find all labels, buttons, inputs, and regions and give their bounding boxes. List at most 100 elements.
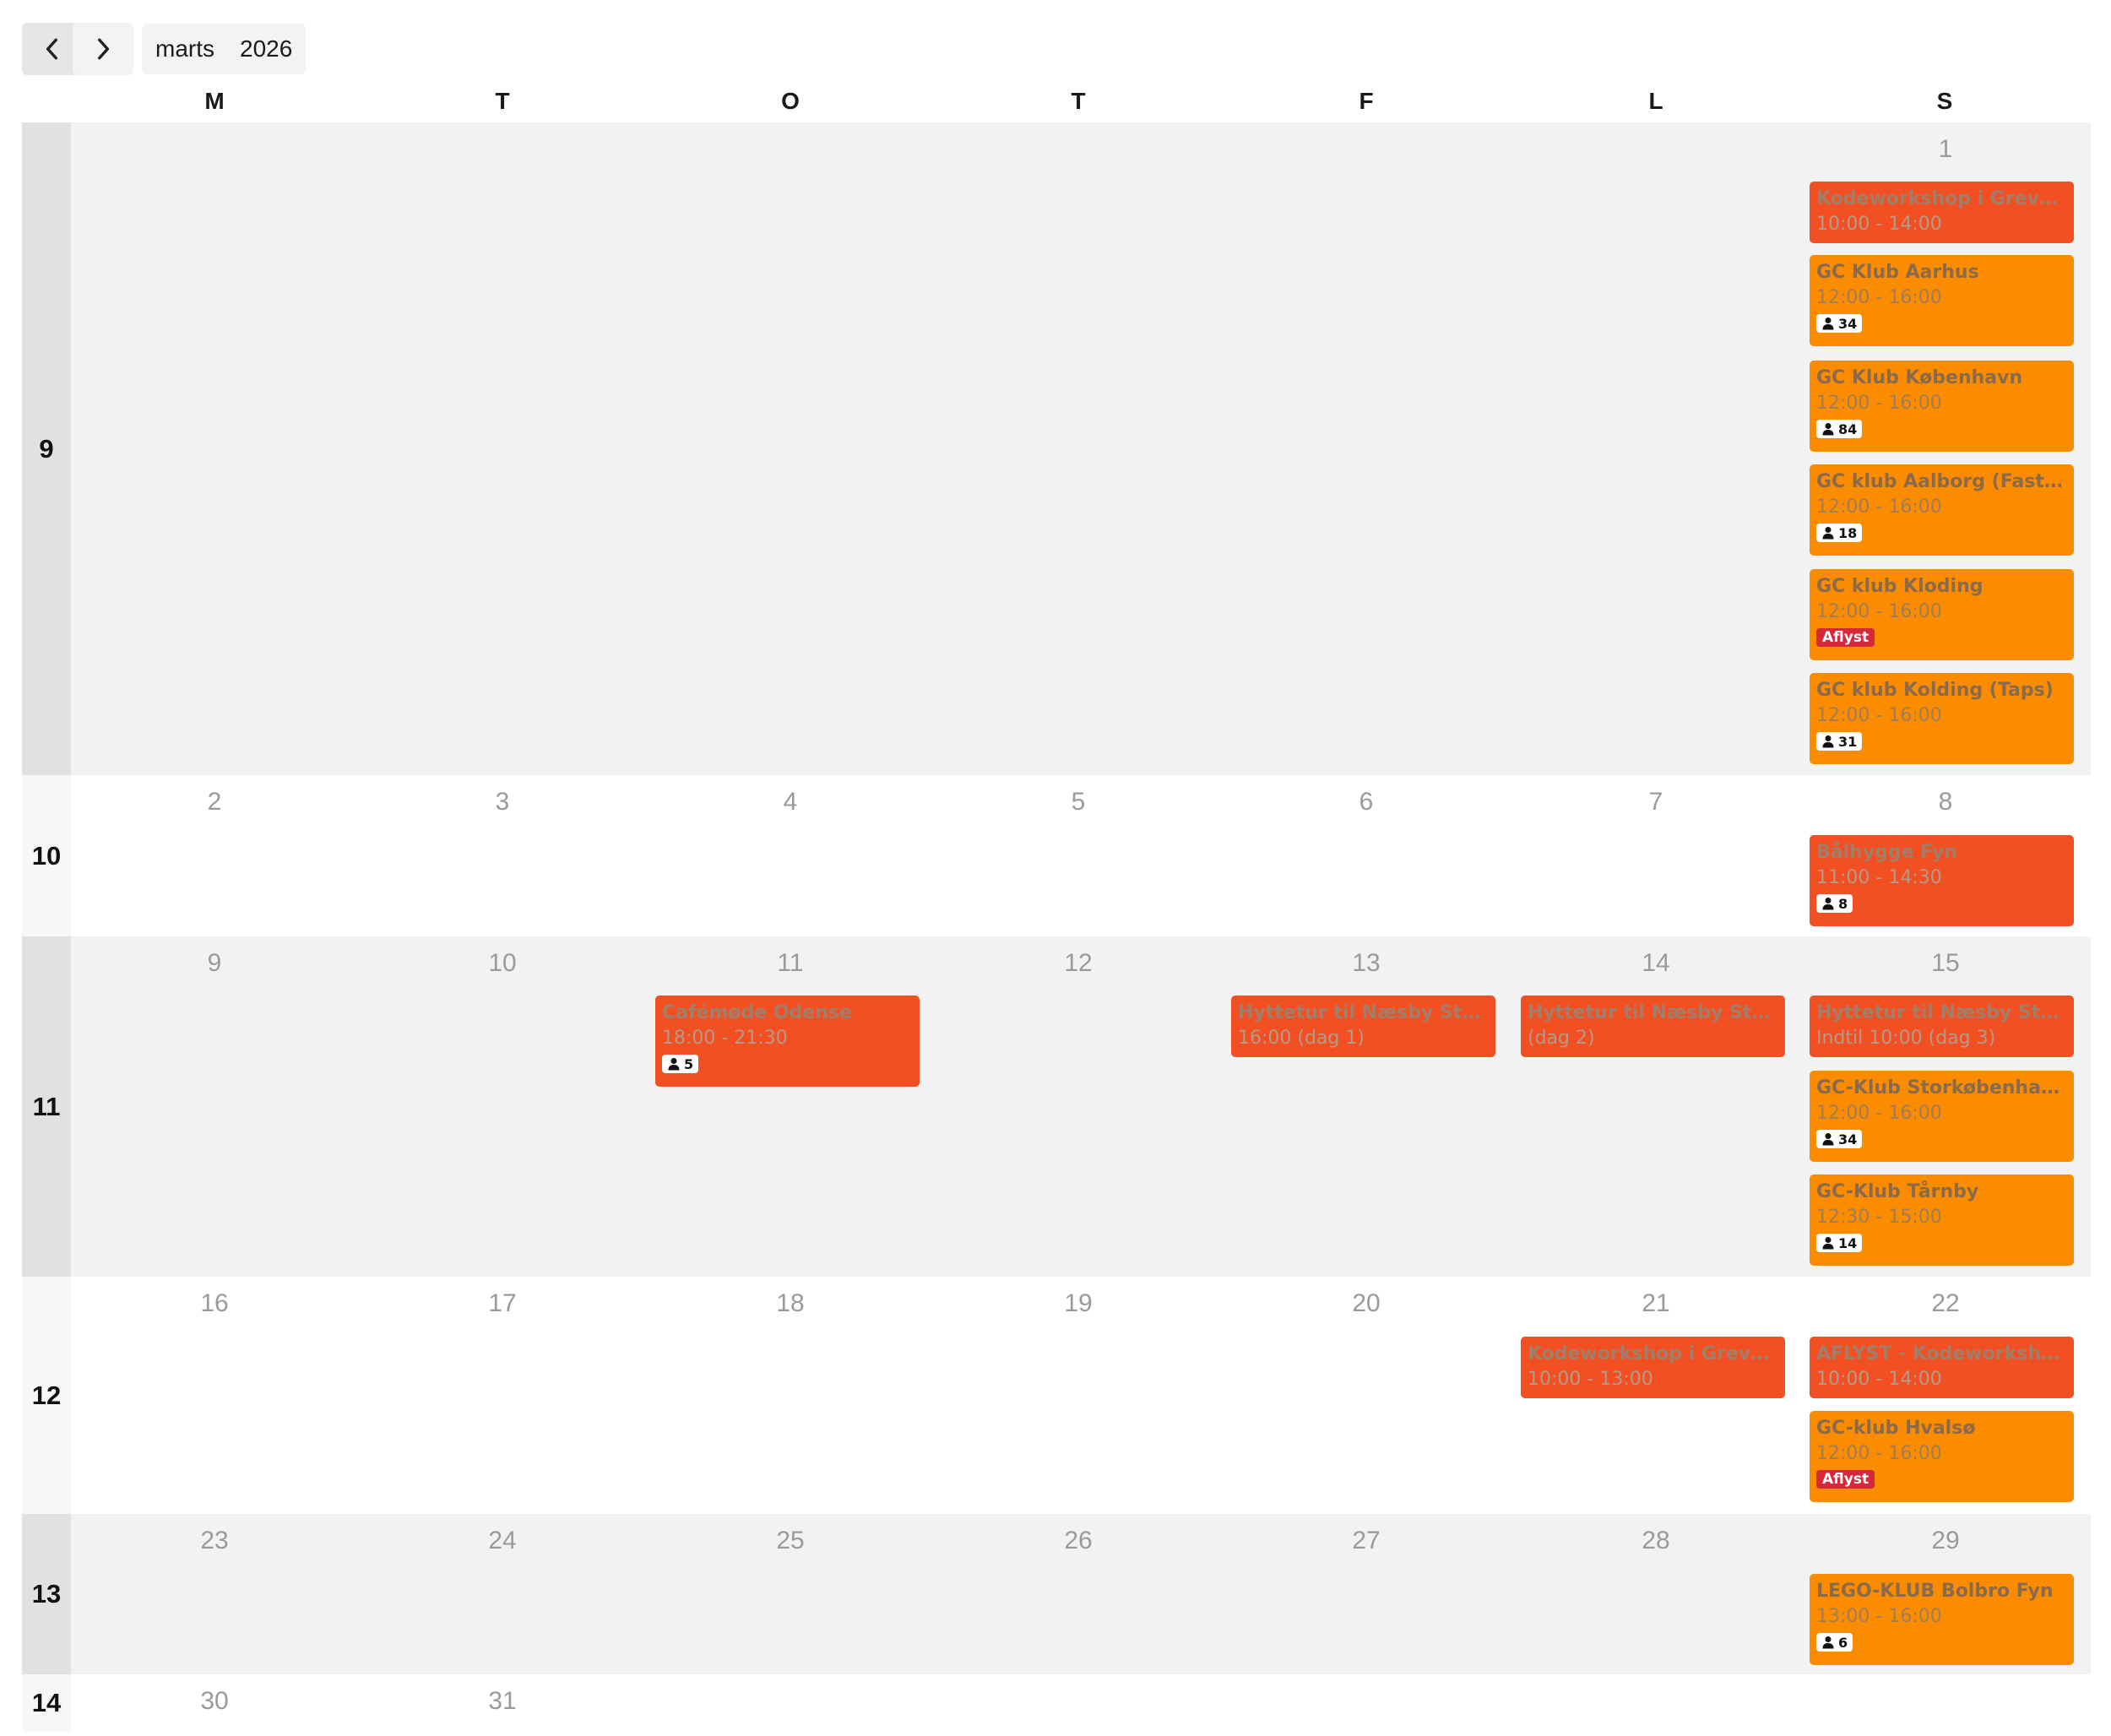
event-card[interactable]: GC klub Aalborg (Fastel... 12:00 - 16:00 1… bbox=[1810, 464, 2074, 556]
week-row: 13 23 24 25 26 27 28 29 bbox=[22, 1514, 2091, 1674]
week-number: 10 bbox=[22, 775, 71, 936]
event-card[interactable]: GC-klub Hvalsø 12:00 - 16:00 Aflyst bbox=[1810, 1411, 2074, 1502]
day-number[interactable]: 30 bbox=[172, 1687, 257, 1716]
event-card[interactable]: GC klub Kolding (Taps) 12:00 - 16:00 31 bbox=[1810, 673, 2074, 764]
weekday-tuesday: T bbox=[495, 88, 510, 114]
event-time: 12:00 - 16:00 bbox=[1816, 496, 1942, 518]
day-number[interactable]: 25 bbox=[748, 1527, 833, 1555]
day-number[interactable]: 8 bbox=[1903, 788, 1988, 816]
event-time: 12:30 - 15:00 bbox=[1816, 1207, 1942, 1228]
weekday-monday: M bbox=[204, 88, 225, 114]
day-number[interactable]: 21 bbox=[1614, 1289, 1698, 1318]
event-card[interactable]: AFLYST - Kodeworksho... 10:00 - 14:00 bbox=[1810, 1337, 2074, 1398]
day-number[interactable]: 4 bbox=[748, 788, 833, 816]
day-number[interactable]: 15 bbox=[1903, 949, 1988, 978]
event-title: GC-Klub Storkøbenhav... bbox=[1816, 1077, 2067, 1099]
day-number[interactable]: 2 bbox=[172, 788, 257, 816]
day-number[interactable]: 24 bbox=[460, 1527, 545, 1555]
day-number[interactable]: 23 bbox=[172, 1527, 257, 1555]
event-title: GC klub Aalborg (Fastel... bbox=[1816, 471, 2067, 492]
event-title: GC-Klub Tårnby bbox=[1816, 1181, 1979, 1202]
next-month-button[interactable] bbox=[73, 23, 133, 75]
event-title: GC-klub Hvalsø bbox=[1816, 1418, 1976, 1439]
event-time: 10:00 - 14:00 bbox=[1816, 214, 1942, 235]
period-selector[interactable]: marts 2026 bbox=[142, 24, 306, 74]
event-card[interactable]: Kodeworkshop i Greve: ... 10:00 - 14:00 bbox=[1810, 182, 2074, 243]
chevron-left-icon bbox=[46, 38, 57, 60]
participants-badge: 5 bbox=[662, 1055, 699, 1073]
event-card[interactable]: GC-Klub Tårnby 12:30 - 15:00 14 bbox=[1810, 1175, 2074, 1266]
day-number[interactable]: 26 bbox=[1036, 1527, 1121, 1555]
month-label: marts bbox=[155, 35, 214, 62]
participants-count: 14 bbox=[1838, 1234, 1858, 1251]
day-number[interactable]: 3 bbox=[460, 788, 545, 816]
person-icon bbox=[1822, 898, 1834, 910]
participants-badge: 34 bbox=[1816, 1130, 1863, 1148]
event-card[interactable]: LEGO-KLUB Bolbro Fyn 13:00 - 16:00 6 bbox=[1810, 1574, 2074, 1665]
day-number[interactable]: 11 bbox=[748, 949, 833, 978]
day-number[interactable]: 22 bbox=[1903, 1289, 1988, 1318]
day-number[interactable]: 28 bbox=[1614, 1527, 1698, 1555]
day-number[interactable]: 1 bbox=[1903, 135, 1988, 164]
week-number: 9 bbox=[22, 122, 71, 775]
participants-count: 84 bbox=[1838, 420, 1858, 437]
day-number[interactable]: 9 bbox=[172, 949, 257, 978]
day-number[interactable]: 14 bbox=[1614, 949, 1698, 978]
event-title: GC Klub København bbox=[1816, 367, 2023, 388]
participants-badge: 31 bbox=[1816, 732, 1863, 751]
day-number[interactable]: 6 bbox=[1324, 788, 1408, 816]
person-icon bbox=[1822, 527, 1834, 540]
day-number[interactable]: 12 bbox=[1036, 949, 1121, 978]
event-title: Kodeworkshop i Greve: ... bbox=[1816, 188, 2067, 209]
participants-count: 8 bbox=[1838, 895, 1848, 912]
participants-badge: 6 bbox=[1816, 1633, 1853, 1652]
event-time: (dag 2) bbox=[1528, 1028, 1595, 1049]
event-card[interactable]: Hyttetur til Næsby Stra... Indtil 10:00 (… bbox=[1810, 995, 2074, 1057]
day-number[interactable]: 17 bbox=[460, 1289, 545, 1318]
person-icon bbox=[1822, 1237, 1834, 1250]
day-number[interactable]: 10 bbox=[460, 949, 545, 978]
event-card[interactable]: Bålhygge Fyn 11:00 - 14:30 8 bbox=[1810, 835, 2074, 926]
day-number[interactable]: 13 bbox=[1324, 949, 1408, 978]
person-icon bbox=[1822, 1133, 1834, 1146]
weekday-thursday: T bbox=[1071, 88, 1086, 114]
participants-count: 18 bbox=[1838, 524, 1858, 541]
event-title: Hyttetur til Næsby Stra... bbox=[1238, 1002, 1489, 1023]
event-time: 12:00 - 16:00 bbox=[1816, 393, 1942, 414]
person-icon bbox=[1822, 1636, 1834, 1649]
day-number[interactable]: 27 bbox=[1324, 1527, 1408, 1555]
day-number[interactable]: 18 bbox=[748, 1289, 833, 1318]
weekday-sunday: S bbox=[1936, 88, 1953, 114]
weekday-wednesday: O bbox=[781, 88, 800, 114]
event-card[interactable]: GC-Klub Storkøbenhav... 12:00 - 16:00 34 bbox=[1810, 1071, 2074, 1162]
event-time: 12:00 - 16:00 bbox=[1816, 1443, 1942, 1464]
event-card[interactable]: Kodeworkshop i Greve: ... 10:00 - 13:00 bbox=[1521, 1337, 1785, 1398]
event-card[interactable]: Hyttetur til Næsby Stra... 16:00 (dag 1) bbox=[1231, 995, 1495, 1057]
day-number[interactable]: 29 bbox=[1903, 1527, 1988, 1555]
week-row: 9 1 bbox=[22, 122, 2091, 775]
day-number[interactable]: 31 bbox=[460, 1687, 545, 1716]
event-title: GC klub Kolding (Taps) bbox=[1816, 680, 2054, 701]
day-number[interactable]: 7 bbox=[1614, 788, 1698, 816]
day-number[interactable]: 19 bbox=[1036, 1289, 1121, 1318]
participants-count: 5 bbox=[684, 1055, 694, 1072]
event-card[interactable]: GC Klub Aarhus 12:00 - 16:00 34 bbox=[1810, 255, 2074, 346]
participants-badge: 84 bbox=[1816, 420, 1863, 438]
event-time: 12:00 - 16:00 bbox=[1816, 287, 1942, 308]
week-row: 14 30 31 bbox=[22, 1674, 2091, 1732]
event-time: Indtil 10:00 (dag 3) bbox=[1816, 1028, 1996, 1049]
event-card[interactable]: GC klub Kloding 12:00 - 16:00 Aflyst bbox=[1810, 569, 2074, 660]
event-card[interactable]: GC Klub København 12:00 - 16:00 84 bbox=[1810, 361, 2074, 452]
participants-badge: 8 bbox=[1816, 894, 1853, 913]
week-number: 11 bbox=[22, 936, 71, 1277]
participants-count: 34 bbox=[1838, 315, 1858, 332]
day-number[interactable]: 5 bbox=[1036, 788, 1121, 816]
event-card[interactable]: Cafémøde Odense 18:00 - 21:30 5 bbox=[655, 995, 920, 1087]
year-label: 2026 bbox=[240, 35, 293, 62]
day-number[interactable]: 16 bbox=[172, 1289, 257, 1318]
event-card[interactable]: Hyttetur til Næsby Stra... (dag 2) bbox=[1521, 995, 1785, 1057]
week-number: 12 bbox=[22, 1277, 71, 1514]
day-number[interactable]: 20 bbox=[1324, 1289, 1408, 1318]
participants-badge: 18 bbox=[1816, 524, 1863, 542]
participants-count: 31 bbox=[1838, 733, 1858, 750]
